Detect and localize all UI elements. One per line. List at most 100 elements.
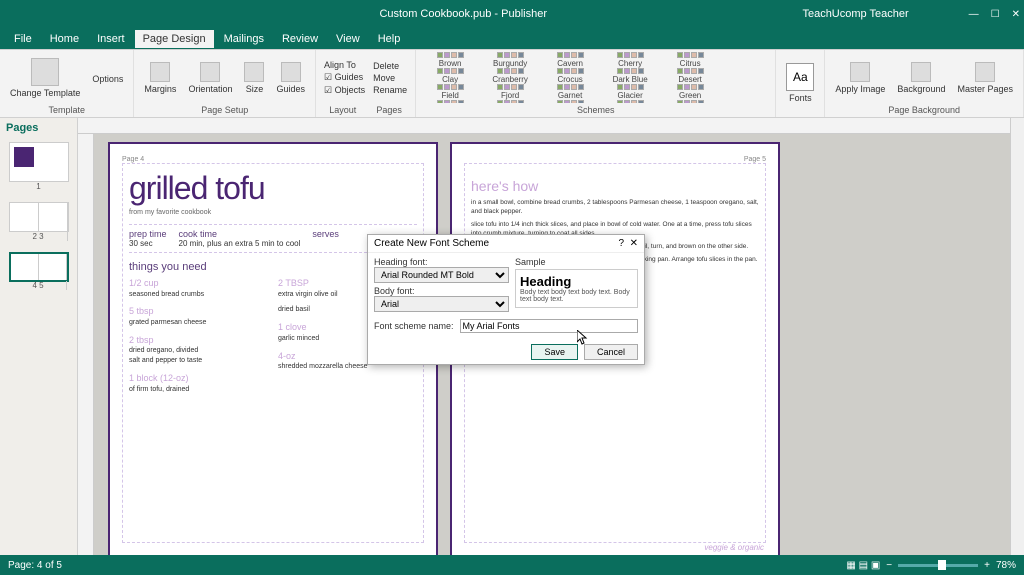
scheme-citrus[interactable]: Citrus [660, 52, 720, 68]
scheme-cranberry[interactable]: Cranberry [480, 68, 540, 84]
create-font-scheme-dialog: Create New Font Scheme ? ✕ Heading font:… [367, 234, 645, 365]
page-number-4: Page 4 [122, 156, 144, 163]
ingredient-item: 5 tbspgrated parmesan cheese [129, 305, 268, 327]
heading-font-select[interactable]: Arial Rounded MT Bold [374, 267, 509, 283]
body-font-label: Body font: [374, 286, 509, 296]
scheme-fjord[interactable]: Fjord [480, 84, 540, 100]
sample-preview: Heading Body text body text body text. B… [515, 269, 638, 308]
scrollbar-vertical[interactable] [1010, 118, 1024, 555]
footer-tag: veggie & organic [704, 543, 764, 552]
scheme-harbor[interactable]: Harbor [420, 100, 480, 103]
meta-cell: cook time20 min, plus an extra 5 min to … [179, 229, 301, 248]
heading-font-label: Heading font: [374, 257, 509, 267]
size-button[interactable]: Size [240, 60, 268, 96]
scheme-brown[interactable]: Brown [420, 52, 480, 68]
apply-image-button[interactable]: Apply Image [831, 60, 889, 96]
status-page[interactable]: Page: 4 of 5 [8, 560, 62, 571]
group-label-template: Template [6, 103, 127, 115]
guides-chk[interactable]: ☑ Guides [322, 71, 367, 84]
ingredient-item: 2 tbspdried oregano, dividedsalt and pep… [129, 334, 268, 366]
scheme-burgundy[interactable]: Burgundy [480, 52, 540, 68]
change-template-button[interactable]: Change Template [6, 56, 84, 100]
group-label-layout: Layout Pages [322, 103, 409, 115]
menu-bar: File Home Insert Page Design Mailings Re… [0, 28, 1024, 50]
menu-home[interactable]: Home [42, 30, 87, 48]
scheme-crocus[interactable]: Crocus [540, 68, 600, 84]
group-label-schemes: Schemes [577, 103, 615, 115]
ribbon-group-page-background: Apply Image Background Master Pages Page… [825, 50, 1024, 117]
ribbon-group-fonts: AaFonts [776, 50, 825, 117]
scheme-dark blue[interactable]: Dark Blue [600, 68, 660, 84]
page-thumb-4-5[interactable]: 4 5 [9, 252, 69, 282]
page-thumb-2-3[interactable]: 2 3 [9, 202, 69, 232]
scheme-glacier[interactable]: Glacier [600, 84, 660, 100]
scheme-name-input[interactable] [460, 319, 638, 333]
zoom-level[interactable]: 78% [996, 560, 1016, 571]
ruler-vertical [78, 134, 94, 555]
meta-cell: serves [312, 229, 339, 248]
margins-button[interactable]: Margins [140, 60, 180, 96]
ingredient-item: 1/2 cupseasoned bread crumbs [129, 277, 268, 299]
menu-review[interactable]: Review [274, 30, 326, 48]
scheme-heather[interactable]: Heather [480, 100, 540, 103]
pages-panel-title: Pages [0, 118, 77, 138]
body-font-select[interactable]: Arial [374, 296, 509, 312]
maximize-icon[interactable]: ☐ [991, 9, 1000, 20]
scheme-cavern[interactable]: Cavern [540, 52, 600, 68]
master-pages-button[interactable]: Master Pages [953, 60, 1017, 96]
ruler-horizontal [78, 118, 1024, 134]
orientation-button[interactable]: Orientation [184, 60, 236, 96]
status-bar: Page: 4 of 5 ▦ ▤ ▣ − + 78% [0, 555, 1024, 575]
rename-button[interactable]: Rename [371, 84, 409, 96]
ribbon: Change Template Options Template Margins… [0, 50, 1024, 118]
ribbon-group-template: Change Template Options Template [0, 50, 134, 117]
zoom-out-icon[interactable]: − [886, 560, 892, 571]
pages-panel: Pages 1 2 3 4 5 [0, 118, 78, 555]
fonts-button[interactable]: AaFonts [782, 61, 818, 105]
zoom-in-icon[interactable]: + [984, 560, 990, 571]
zoom-slider[interactable] [898, 564, 978, 567]
scheme-cherry[interactable]: Cherry [600, 52, 660, 68]
align-to-button[interactable]: Align To [322, 59, 367, 71]
move-button[interactable]: Move [371, 72, 409, 84]
user-name: TeachUcomp Teacher [802, 8, 968, 20]
menu-view[interactable]: View [328, 30, 368, 48]
objects-chk[interactable]: ☑ Objects [322, 84, 367, 97]
view-icons[interactable]: ▦ ▤ ▣ [846, 560, 880, 571]
minimize-icon[interactable]: — [969, 9, 979, 20]
menu-help[interactable]: Help [370, 30, 409, 48]
scheme-name-label: Font scheme name: [374, 321, 454, 331]
page-thumb-1[interactable]: 1 [9, 142, 69, 182]
window-title: Custom Cookbook.pub - Publisher [124, 8, 802, 20]
menu-mailings[interactable]: Mailings [216, 30, 272, 48]
delete-button[interactable]: Delete [371, 60, 409, 72]
recipe-title: grilled tofu [129, 170, 417, 207]
page-number-5: Page 5 [744, 156, 766, 163]
guides-button[interactable]: Guides [272, 60, 309, 96]
menu-file[interactable]: File [6, 30, 40, 48]
sample-body: Body text body text body text. Body text… [520, 289, 633, 303]
meta-cell: prep time30 sec [129, 229, 167, 248]
scheme-clay[interactable]: Clay [420, 68, 480, 84]
dialog-help-icon[interactable]: ? [618, 238, 624, 249]
scheme-garnet[interactable]: Garnet [540, 84, 600, 100]
scheme-desert[interactable]: Desert [660, 68, 720, 84]
menu-page-design[interactable]: Page Design [135, 30, 214, 48]
menu-insert[interactable]: Insert [89, 30, 133, 48]
cancel-button[interactable]: Cancel [584, 344, 638, 360]
scheme-ivy[interactable]: Ivy [660, 100, 720, 103]
ribbon-group-schemes[interactable]: BrownBurgundyCavernCherryCitrus ClayCranb… [416, 50, 776, 117]
dialog-close-icon[interactable]: ✕ [630, 238, 638, 249]
group-label-fonts [782, 113, 818, 115]
scheme-field[interactable]: Field [420, 84, 480, 100]
save-button[interactable]: Save [531, 344, 578, 360]
ribbon-group-page-setup: Margins Orientation Size Guides Page Set… [134, 50, 316, 117]
ingredient-item: 1 block (12-oz)of firm tofu, drained [129, 372, 268, 394]
background-button[interactable]: Background [893, 60, 949, 96]
title-bar: Custom Cookbook.pub - Publisher TeachUco… [0, 0, 1024, 28]
group-label-bg: Page Background [831, 103, 1017, 115]
scheme-green[interactable]: Green [660, 84, 720, 100]
options-button[interactable]: Options [88, 70, 127, 86]
close-icon[interactable]: ✕ [1012, 9, 1020, 20]
group-label-page-setup: Page Setup [140, 103, 309, 115]
